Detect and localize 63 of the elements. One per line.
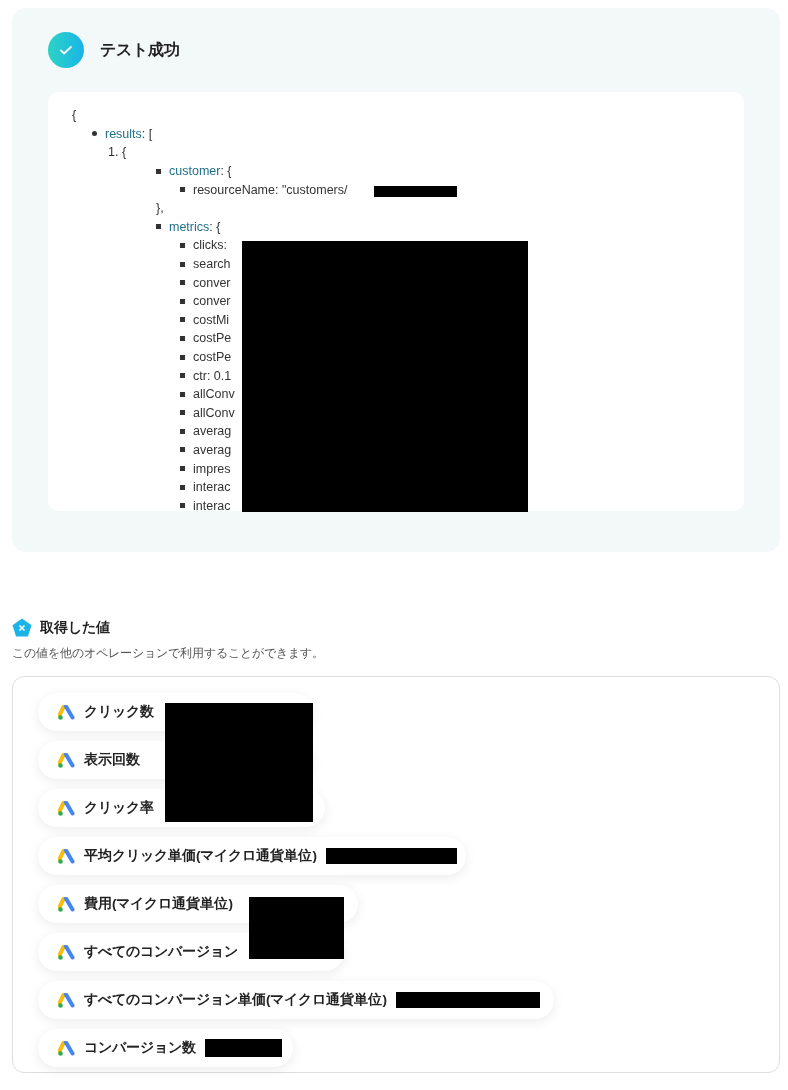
json-line: interac xyxy=(193,480,231,495)
value-chip[interactable]: 費用(マイクロ通貨単位) xyxy=(38,885,358,923)
bullet-icon xyxy=(180,503,185,509)
json-line: allConv xyxy=(193,405,235,420)
bullet-icon xyxy=(156,224,161,230)
value-chip[interactable]: 平均クリック単価(マイクロ通貨単位) xyxy=(38,837,466,875)
value-chip[interactable]: すべてのコンバージョン単価(マイクロ通貨単位) xyxy=(38,981,554,1019)
json-line: conver xyxy=(193,275,231,290)
json-line: search xyxy=(193,257,231,272)
bullet-icon xyxy=(92,131,97,137)
pentagon-icon xyxy=(12,618,32,637)
json-line: ctr: 0.1 xyxy=(193,368,232,383)
json-line: impres xyxy=(193,461,231,476)
bullet-icon xyxy=(180,410,185,416)
json-line: averag xyxy=(193,424,232,439)
bullet-icon xyxy=(180,317,185,323)
bullet-icon xyxy=(180,242,185,248)
triangle-logo-icon xyxy=(58,1040,75,1056)
json-line: costPe xyxy=(193,350,232,364)
json-line: costPe xyxy=(193,331,232,346)
triangle-logo-icon xyxy=(58,752,75,768)
json-line: averag xyxy=(193,443,232,457)
json-punctuation: }, xyxy=(156,201,164,216)
json-line: conver xyxy=(193,294,231,309)
value-chip[interactable]: すべてのコンバージョン xyxy=(38,933,344,971)
section-title: 取得した値 xyxy=(40,618,110,637)
json-punctuation: : [ xyxy=(141,126,153,141)
value-chip[interactable]: 表示回数 xyxy=(38,741,313,779)
triangle-logo-icon xyxy=(58,944,75,960)
json-punctuation: : { xyxy=(220,164,232,179)
json-line: allConv xyxy=(193,387,235,402)
triangle-logo-icon xyxy=(58,704,75,720)
result-title: テスト成功 xyxy=(100,39,180,60)
triangle-logo-icon xyxy=(58,992,75,1008)
bullet-icon xyxy=(180,484,185,490)
bullet-icon xyxy=(180,335,185,341)
json-punctuation: { xyxy=(72,108,77,123)
section-description: この値を他のオペレーションで利用することができます。 xyxy=(12,645,325,662)
bullet-icon xyxy=(180,298,185,304)
json-line: clicks: xyxy=(193,238,228,253)
triangle-logo-icon xyxy=(58,800,75,816)
json-line: interac xyxy=(193,498,231,511)
bullet-icon xyxy=(156,168,161,174)
json-line: 1. { xyxy=(108,145,127,160)
bullet-icon xyxy=(180,373,185,379)
json-key: results xyxy=(105,126,142,141)
value-chip[interactable]: クリック率 xyxy=(38,789,325,827)
bullet-icon xyxy=(180,280,185,286)
check-icon xyxy=(48,32,84,68)
triangle-logo-icon xyxy=(58,896,75,912)
json-line: costMi xyxy=(193,312,230,327)
value-chip[interactable]: コンバージョン数 xyxy=(38,1029,293,1067)
bullet-icon xyxy=(180,261,185,267)
json-line: resourceName: "customers/ xyxy=(193,182,348,197)
bullet-icon xyxy=(180,428,185,434)
value-chip[interactable]: クリック数 xyxy=(38,693,313,731)
json-punctuation: : { xyxy=(209,219,221,234)
bullet-icon xyxy=(180,187,185,193)
triangle-logo-icon xyxy=(58,848,75,864)
bullet-icon xyxy=(180,354,185,360)
bullet-icon xyxy=(180,466,185,472)
bullet-icon xyxy=(180,447,185,453)
bullet-icon xyxy=(180,391,185,397)
